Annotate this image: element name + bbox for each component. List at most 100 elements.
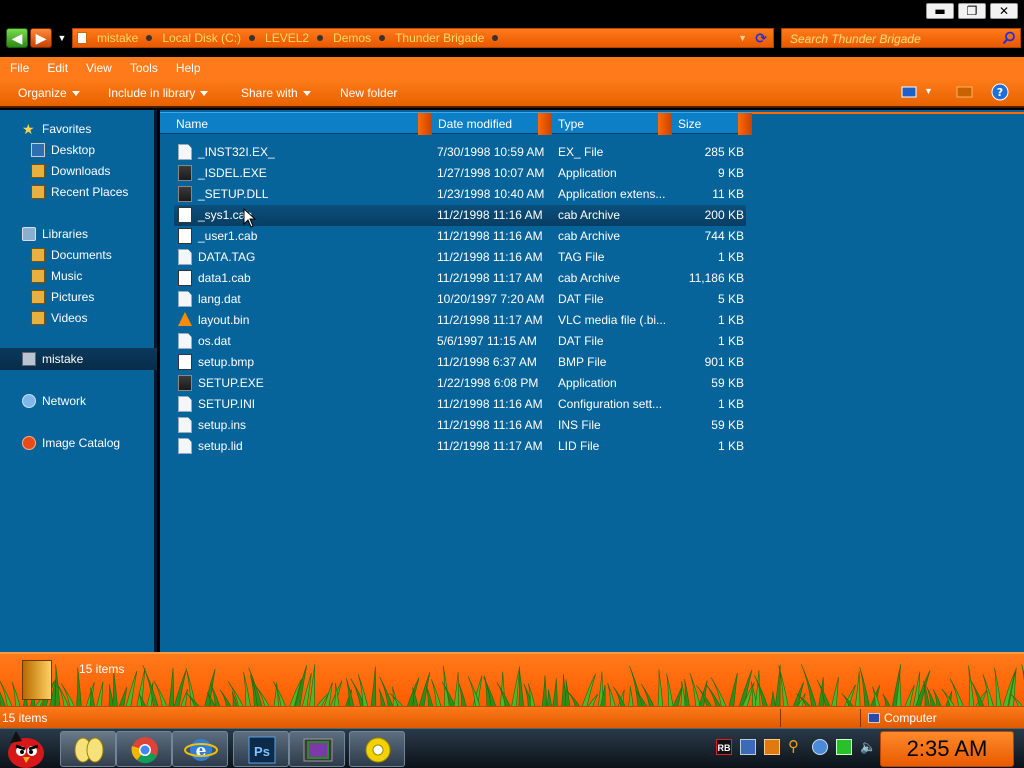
- menu-tools[interactable]: Tools: [130, 61, 158, 75]
- share-with-button[interactable]: Share with: [241, 86, 311, 100]
- change-view-icon[interactable]: [900, 84, 920, 100]
- breadcrumb-item[interactable]: LEVEL2: [265, 31, 333, 45]
- nav-documents[interactable]: Documents: [31, 246, 112, 264]
- nav-computer[interactable]: mistake: [22, 350, 83, 368]
- clock[interactable]: 2:35 AM: [880, 731, 1014, 767]
- recent-pages-button[interactable]: ▼: [56, 30, 68, 46]
- file-date-modified: 11/2/1998 11:16 AM: [437, 250, 543, 264]
- disc-icon: [365, 737, 391, 763]
- taskbar-chrome-button[interactable]: [116, 731, 172, 767]
- column-header-size[interactable]: Size: [662, 113, 738, 135]
- address-dropdown-icon[interactable]: ▼: [738, 33, 747, 43]
- network-tray-icon[interactable]: [740, 739, 756, 755]
- maximize-button[interactable]: ❐: [958, 3, 986, 19]
- file-row[interactable]: lang.dat 10/20/1997 7:20 AM DAT File 5 KB: [174, 289, 746, 310]
- taskbar-media-button[interactable]: [289, 731, 345, 767]
- nav-music[interactable]: Music: [31, 267, 82, 285]
- update-tray-icon[interactable]: [812, 739, 828, 755]
- search-input[interactable]: Search Thunder Brigade: [790, 32, 921, 46]
- folder-icon: [74, 737, 104, 763]
- nav-recent-places[interactable]: Recent Places: [31, 183, 128, 201]
- nav-recent-places-label: Recent Places: [51, 185, 129, 199]
- refresh-icon[interactable]: ⟳: [755, 30, 767, 47]
- internet-explorer-icon: e: [184, 739, 218, 761]
- breadcrumb[interactable]: mistake Local Disk (C:) LEVEL2 Demos Thu…: [72, 28, 774, 48]
- file-row[interactable]: DATA.TAG 11/2/1998 11:16 AM TAG File 1 KB: [174, 247, 746, 268]
- new-folder-button[interactable]: New folder: [340, 86, 397, 100]
- status-divider: [780, 709, 781, 727]
- taskbar-ie-button[interactable]: e: [172, 731, 228, 767]
- breadcrumb-separator-icon[interactable]: [249, 35, 256, 41]
- breadcrumb-item[interactable]: Thunder Brigade: [395, 31, 508, 45]
- breadcrumb-item[interactable]: Demos: [333, 31, 395, 45]
- nav-favorites[interactable]: ★ Favorites: [22, 120, 91, 138]
- file-row[interactable]: _SETUP.DLL 1/23/1998 10:40 AM Application …: [174, 184, 746, 205]
- nav-pictures[interactable]: Pictures: [31, 288, 94, 306]
- start-button[interactable]: [4, 729, 50, 768]
- battery-tray-icon[interactable]: [836, 739, 852, 755]
- file-row[interactable]: data1.cab 11/2/1998 11:17 AM cab Archive 11…: [174, 268, 746, 289]
- file-size: 1 KB: [717, 250, 744, 264]
- nav-network[interactable]: Network: [22, 392, 86, 410]
- file-type: DAT File: [558, 334, 604, 348]
- nav-videos[interactable]: Videos: [31, 309, 87, 327]
- minimize-button[interactable]: ▬: [926, 3, 954, 19]
- file-row[interactable]: _INST32I.EX_ 7/30/1998 10:59 AM EX_ File 28…: [174, 142, 746, 163]
- file-row[interactable]: _ISDEL.EXE 1/27/1998 10:07 AM Application 9…: [174, 163, 746, 184]
- file-list: Name Date modified Type Size _INST32I.EX…: [160, 110, 1024, 652]
- breadcrumb-item[interactable]: Local Disk (C:): [162, 31, 265, 45]
- app-tray-icon[interactable]: [764, 739, 780, 755]
- breadcrumb-separator-icon[interactable]: [492, 35, 499, 41]
- column-header-type[interactable]: Type: [542, 113, 658, 135]
- file-row[interactable]: _sys1.cab 11/2/1998 11:16 AM cab Archive 20…: [174, 205, 746, 226]
- breadcrumb-item[interactable]: mistake: [97, 31, 162, 45]
- volume-icon[interactable]: 🔈: [860, 739, 876, 755]
- breadcrumb-separator-icon[interactable]: [379, 35, 386, 41]
- menu-file[interactable]: File: [10, 61, 29, 75]
- preview-pane-icon[interactable]: [955, 84, 975, 100]
- nav-libraries[interactable]: Libraries: [22, 225, 88, 243]
- nav-image-catalog[interactable]: Image Catalog: [22, 434, 120, 452]
- nav-desktop[interactable]: Desktop: [31, 141, 95, 159]
- menu-view[interactable]: View: [86, 61, 112, 75]
- taskbar-disc-button[interactable]: [349, 731, 405, 767]
- forward-button[interactable]: ▶: [30, 28, 52, 48]
- back-button[interactable]: ◀: [6, 28, 28, 48]
- file-row[interactable]: SETUP.EXE 1/22/1998 6:08 PM Application 59 …: [174, 373, 746, 394]
- menu-edit[interactable]: Edit: [47, 61, 68, 75]
- file-row[interactable]: setup.lid 11/2/1998 11:17 AM LID File 1 KB: [174, 436, 746, 457]
- nav-downloads[interactable]: Downloads: [31, 162, 110, 180]
- cab-archive-icon: [178, 228, 192, 244]
- file-type: Configuration sett...: [558, 397, 663, 411]
- taskbar-explorer-button[interactable]: [60, 731, 116, 767]
- rb-tray-icon[interactable]: RB: [716, 739, 732, 755]
- search-icon[interactable]: [1002, 31, 1016, 45]
- breadcrumb-separator-icon[interactable]: [317, 35, 324, 41]
- view-options-dropdown-icon[interactable]: ▼: [924, 86, 933, 96]
- search-tray-icon[interactable]: ⚲: [788, 739, 804, 755]
- menu-help[interactable]: Help: [176, 61, 201, 75]
- column-header-date-modified[interactable]: Date modified: [422, 113, 538, 135]
- include-in-library-button[interactable]: Include in library: [108, 86, 209, 100]
- file-row[interactable]: setup.ins 11/2/1998 11:16 AM INS File 59 KB: [174, 415, 746, 436]
- column-header-name[interactable]: Name: [160, 113, 418, 135]
- file-size: 1 KB: [717, 313, 744, 327]
- close-button[interactable]: ✕: [990, 3, 1018, 19]
- file-row[interactable]: os.dat 5/6/1997 11:15 AM DAT File 1 KB: [174, 331, 746, 352]
- file-name: _SETUP.DLL: [198, 187, 269, 201]
- file-row[interactable]: setup.bmp 11/2/1998 6:37 AM BMP File 901 KB: [174, 352, 746, 373]
- file-date-modified: 10/20/1997 7:20 AM: [437, 292, 545, 306]
- address-bar: ◀ ▶ ▼ mistake Local Disk (C:) LEVEL2 Dem…: [0, 24, 1024, 52]
- column-divider[interactable]: [738, 113, 752, 135]
- organize-button[interactable]: Organize: [18, 86, 80, 100]
- taskbar-photoshop-button[interactable]: Ps: [233, 731, 289, 767]
- file-row[interactable]: SETUP.INI 11/2/1998 11:16 AM Configuration…: [174, 394, 746, 415]
- config-file-icon: [178, 396, 192, 412]
- breadcrumb-separator-icon[interactable]: [146, 35, 153, 41]
- file-row[interactable]: _user1.cab 11/2/1998 11:16 AM cab Archive 7…: [174, 226, 746, 247]
- status-zone: Computer: [868, 711, 937, 725]
- file-row[interactable]: layout.bin 11/2/1998 11:17 AM VLC media fi…: [174, 310, 746, 331]
- help-icon[interactable]: ?: [991, 83, 1009, 101]
- search-box[interactable]: Search Thunder Brigade: [781, 28, 1021, 48]
- chevron-down-icon: [302, 90, 311, 96]
